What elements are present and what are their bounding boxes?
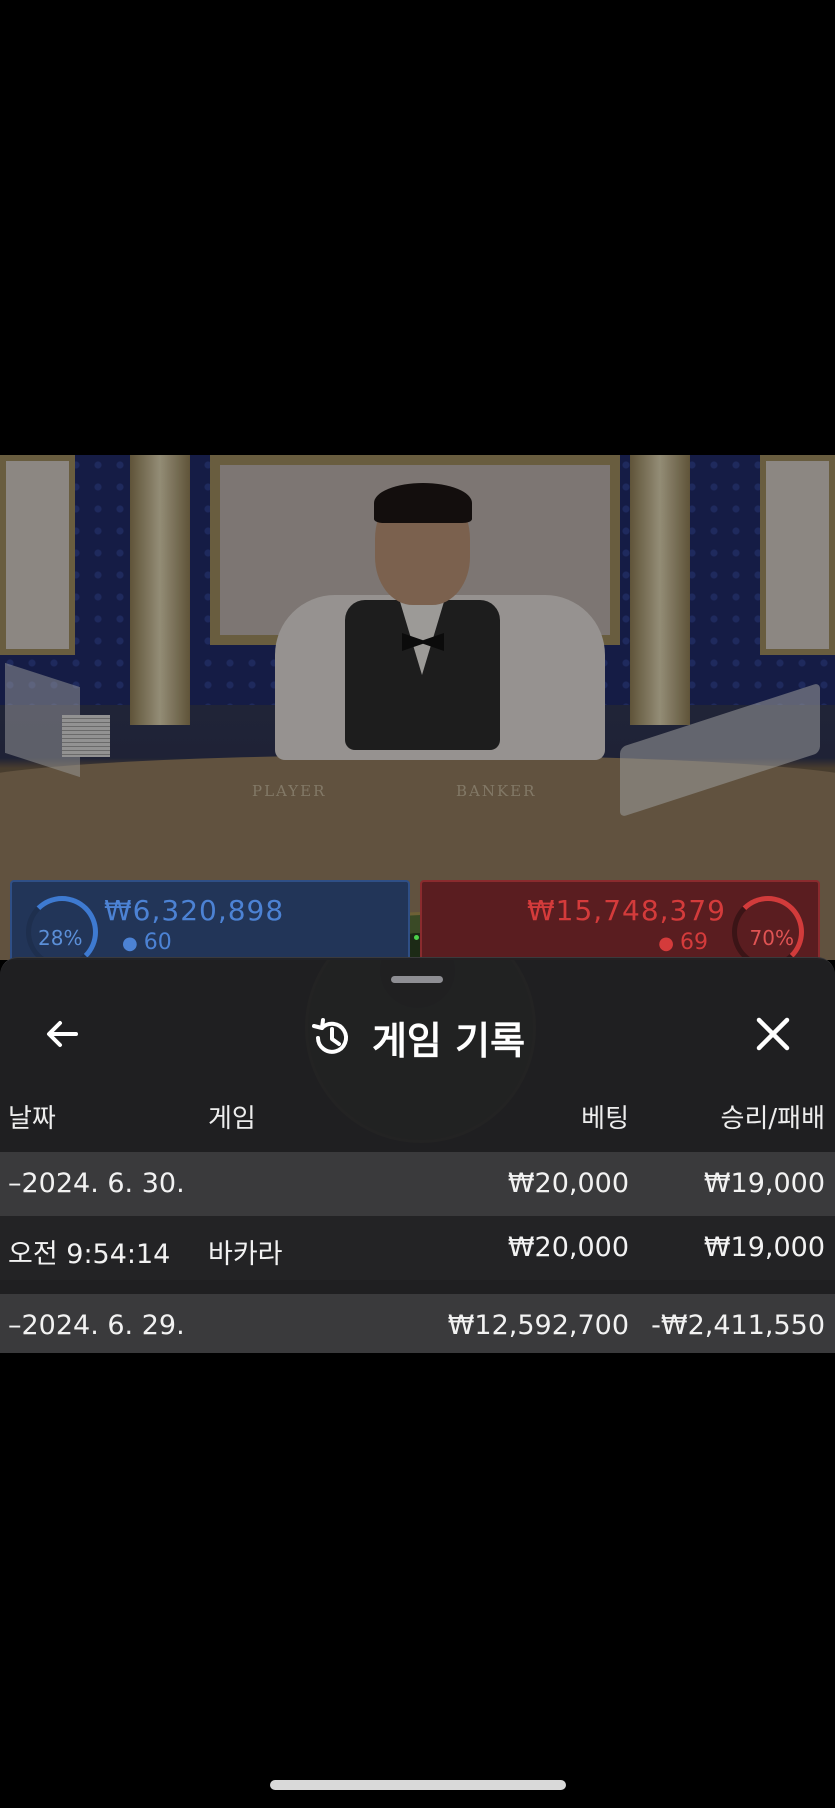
history-table-header: 날짜 게임 베팅 승리/패배: [0, 1098, 835, 1148]
close-button[interactable]: [749, 1010, 797, 1058]
banker-bet-bar[interactable]: ₩15,748,379 ● 69 70%: [420, 880, 820, 960]
row-bet: ₩20,000: [507, 1168, 629, 1199]
player-bettor-count: ● 60: [122, 930, 172, 955]
player-total-amount: ₩6,320,898: [104, 894, 285, 927]
player-percent: 28%: [38, 926, 83, 950]
game-row[interactable]: 오전 9:54:14 바카라 ₩20,000 ₩19,000: [0, 1216, 835, 1280]
user-icon: ●: [122, 933, 138, 954]
row-game: 바카라: [208, 1239, 283, 1270]
row-result: -₩2,411,550: [651, 1310, 825, 1341]
player-bettor-count-value: 60: [143, 930, 172, 955]
date-group-row[interactable]: –2024. 6. 29. ₩12,592,700 -₩2,411,550: [0, 1294, 835, 1353]
home-indicator[interactable]: [270, 1780, 566, 1790]
sheet-header: 게임 기록: [0, 998, 835, 1068]
sheet-title: 게임 기록: [371, 1019, 526, 1063]
row-bet: ₩12,592,700: [447, 1310, 629, 1341]
close-icon: [756, 1017, 790, 1051]
row-result: ₩19,000: [703, 1232, 825, 1263]
banker-bettor-count: ● 69: [658, 930, 708, 955]
history-icon: [310, 1016, 354, 1060]
player-bet-bar[interactable]: 28% ₩6,320,898 ● 60: [10, 880, 410, 960]
banker-percent: 70%: [749, 926, 794, 950]
sheet-grabber[interactable]: [391, 976, 443, 983]
row-date: –2024. 6. 29.: [8, 1310, 185, 1341]
row-bet: ₩20,000: [507, 1232, 629, 1263]
column-header-bet: 베팅: [581, 1104, 629, 1134]
game-history-sheet: 게임 기록 날짜 게임 베팅 승리/패배 –2024. 6. 30. ₩20,0…: [0, 957, 835, 1353]
date-group-row[interactable]: –2024. 6. 30. ₩20,000 ₩19,000: [0, 1152, 835, 1216]
column-header-result: 승리/패배: [720, 1104, 825, 1134]
user-icon: ●: [658, 933, 674, 954]
status-dot-icon: [414, 935, 419, 940]
sheet-title-group: 게임 기록: [0, 1010, 835, 1065]
row-date: –2024. 6. 30.: [8, 1168, 185, 1199]
column-header-game: 게임: [208, 1104, 256, 1134]
banker-total-amount: ₩15,748,379: [526, 894, 726, 927]
banker-bettor-count-value: 69: [680, 930, 708, 955]
row-result: ₩19,000: [703, 1168, 825, 1199]
column-header-date: 날짜: [8, 1104, 56, 1134]
row-time: 오전 9:54:14: [8, 1239, 171, 1270]
